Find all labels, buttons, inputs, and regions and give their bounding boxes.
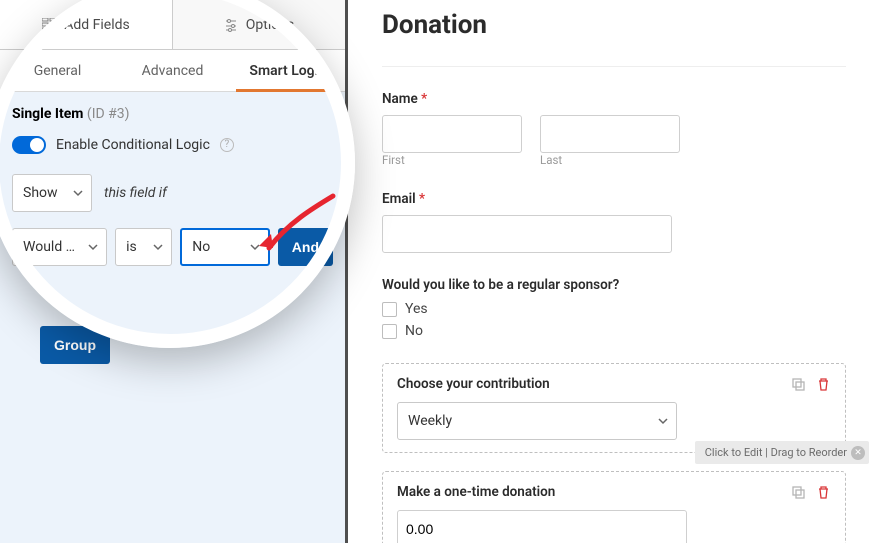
- sliders-icon: [224, 18, 238, 32]
- onetime-amount-input[interactable]: [397, 510, 687, 543]
- required-icon: *: [419, 191, 425, 207]
- contribution-select-value: Weekly: [408, 413, 452, 429]
- duplicate-icon[interactable]: [791, 377, 806, 392]
- edit-reorder-tooltip: Click to Edit | Drag to Reorder ✕: [695, 441, 869, 464]
- field-name-label: Single Item: [12, 106, 83, 122]
- logic-condition-row: Would … is No And: [12, 228, 333, 266]
- close-icon[interactable]: ✕: [851, 446, 865, 460]
- chevron-down-icon: [250, 242, 260, 252]
- required-icon: *: [421, 91, 427, 107]
- tab-add-fields-label: Add Fields: [64, 17, 130, 33]
- last-name-sublabel: Last: [540, 153, 680, 167]
- chevron-down-icon: [73, 188, 83, 198]
- tab-options[interactable]: Options: [173, 0, 345, 50]
- contribution-title: Choose your contribution: [397, 376, 550, 392]
- sponsor-question: Would you like to be a regular sponsor?: [382, 277, 846, 293]
- contribution-select[interactable]: Weekly: [397, 402, 677, 440]
- checkbox-icon: [382, 302, 397, 317]
- group-button[interactable]: Group: [40, 326, 110, 364]
- email-field: Email *: [382, 191, 846, 253]
- grid-icon: [42, 18, 56, 32]
- field-title: Single Item (ID #3): [12, 106, 333, 122]
- condition-value-value: No: [192, 239, 210, 255]
- trash-icon[interactable]: [816, 377, 831, 392]
- first-name-input[interactable]: [382, 115, 522, 153]
- name-label: Name *: [382, 91, 846, 107]
- trash-icon[interactable]: [816, 485, 831, 500]
- checkbox-icon: [382, 324, 397, 339]
- divider: [382, 66, 846, 67]
- smart-logic-panel: Single Item (ID #3) Enable Conditional L…: [0, 92, 345, 378]
- enable-logic-label: Enable Conditional Logic: [56, 137, 210, 153]
- subtab-general[interactable]: General: [0, 50, 115, 91]
- help-icon[interactable]: ?: [220, 138, 234, 152]
- duplicate-icon[interactable]: [791, 485, 806, 500]
- settings-subtabs: General Advanced Smart Logic: [0, 50, 345, 92]
- sidebar-top-tabs: Add Fields Options: [0, 0, 345, 50]
- chevron-down-icon: [153, 242, 163, 252]
- action-select[interactable]: Show: [12, 174, 92, 212]
- enable-logic-row: Enable Conditional Logic ?: [12, 136, 333, 154]
- sponsor-option-no[interactable]: No: [382, 323, 846, 339]
- action-select-value: Show: [23, 185, 58, 201]
- onetime-item[interactable]: Make a one-time donation: [382, 471, 846, 543]
- name-field: Name * First Last: [382, 91, 846, 167]
- sponsor-field: Would you like to be a regular sponsor? …: [382, 277, 846, 339]
- condition-operator-value: is: [126, 239, 137, 255]
- enable-logic-toggle[interactable]: [12, 136, 46, 154]
- email-label: Email *: [382, 191, 846, 207]
- condition-value-select[interactable]: No: [180, 228, 270, 266]
- subtab-advanced[interactable]: Advanced: [115, 50, 230, 91]
- sponsor-option-yes[interactable]: Yes: [382, 301, 846, 317]
- and-button[interactable]: And: [278, 228, 333, 266]
- chevron-down-icon: [658, 416, 668, 426]
- onetime-title: Make a one-time donation: [397, 484, 555, 500]
- chevron-down-icon: [88, 242, 98, 252]
- settings-sidebar: Add Fields Options General Advanced Smar…: [0, 0, 348, 543]
- last-name-input[interactable]: [540, 115, 680, 153]
- form-title: Donation: [382, 10, 846, 40]
- contribution-item[interactable]: Choose your contribution Weekly Click t: [382, 363, 846, 453]
- tab-add-fields[interactable]: Add Fields: [0, 0, 173, 50]
- condition-operator-select[interactable]: is: [115, 228, 172, 266]
- logic-row-action: Show this field if: [12, 174, 333, 212]
- field-id-label: (ID #3): [87, 106, 130, 122]
- email-input[interactable]: [382, 215, 672, 253]
- tab-options-label: Options: [246, 17, 294, 33]
- condition-field-value: Would …: [23, 239, 75, 255]
- logic-hint: this field if: [104, 185, 167, 201]
- condition-field-select[interactable]: Would …: [12, 228, 107, 266]
- first-name-sublabel: First: [382, 153, 522, 167]
- form-preview: Donation Name * First Last Email: [348, 0, 880, 543]
- subtab-smart-logic[interactable]: Smart Logic: [230, 50, 345, 91]
